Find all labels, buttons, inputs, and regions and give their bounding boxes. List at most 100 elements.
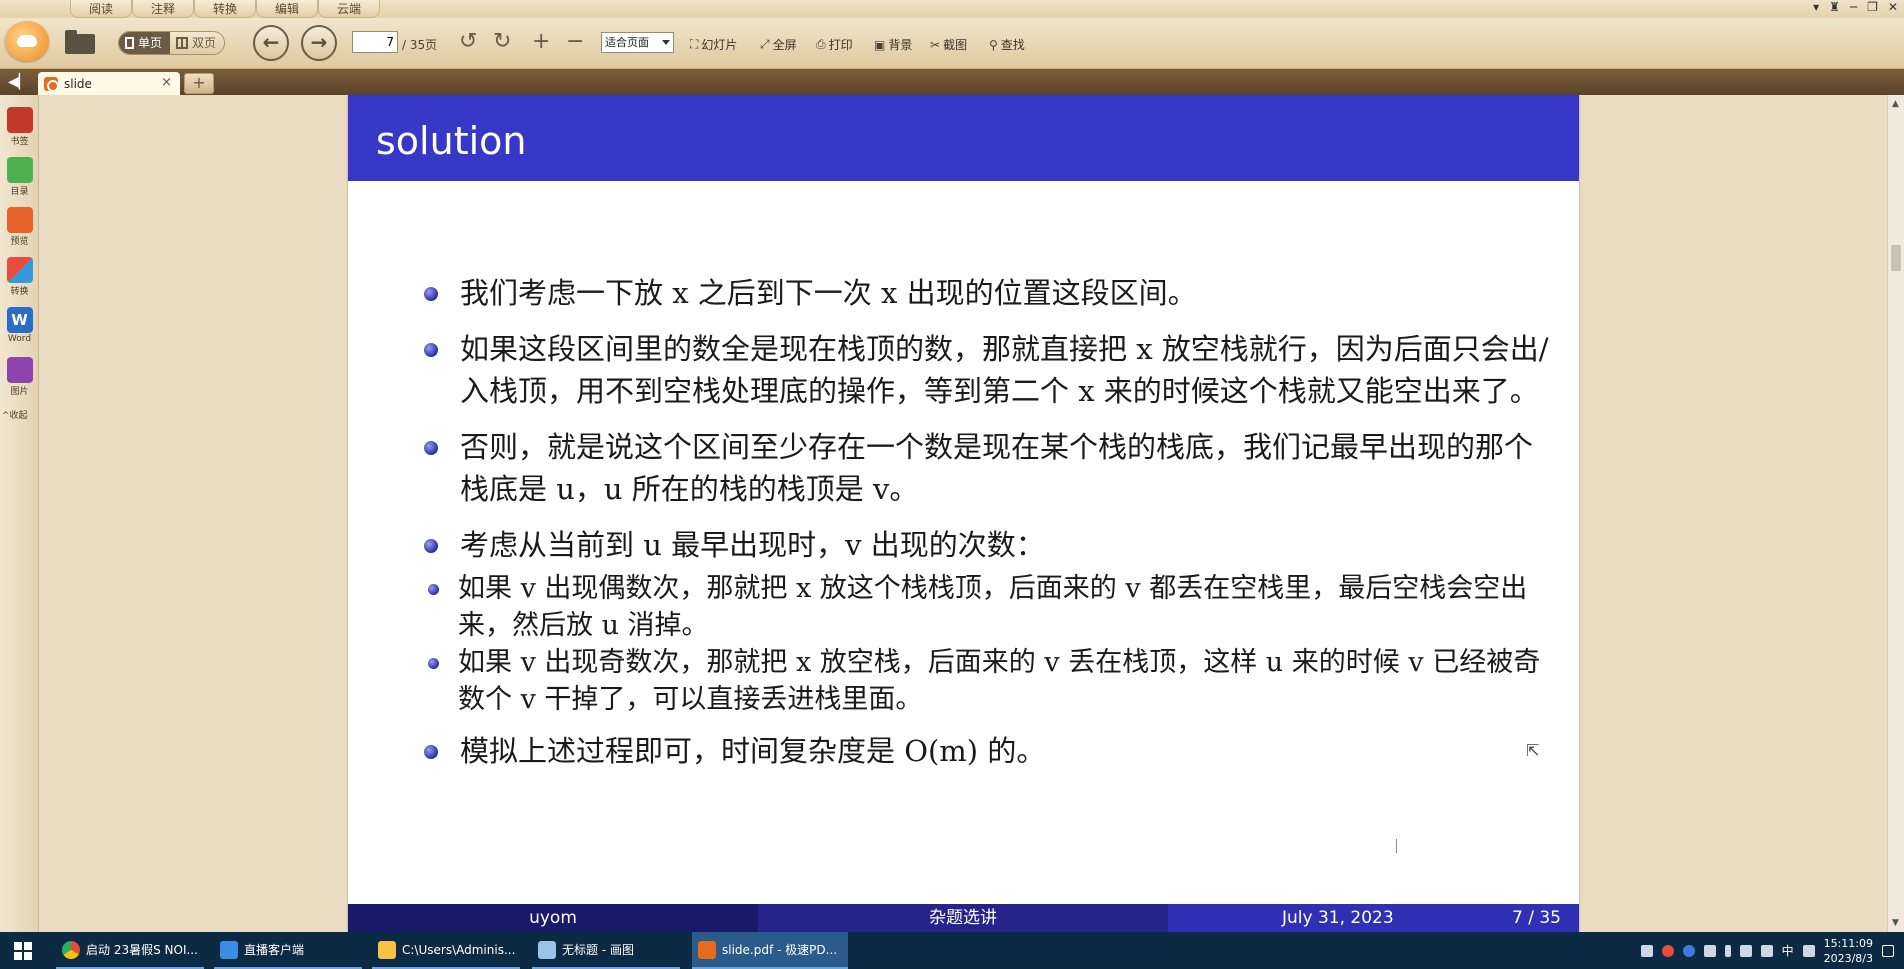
skin-icon[interactable]: ♜ xyxy=(1829,0,1840,16)
taskbar-app-live-client[interactable]: 直播客户端 xyxy=(214,932,362,969)
bullet-text: 我们考虑一下放 x 之后到下一次 x 出现的位置这段区间。 xyxy=(460,276,1197,310)
bullet-icon xyxy=(424,745,438,759)
bluetooth-icon[interactable] xyxy=(1682,944,1695,957)
taskbar-clock[interactable]: 15:11:09 2023/8/3 xyxy=(1824,936,1873,966)
single-page-button[interactable]: 单页 xyxy=(119,32,171,54)
sidebar-item-convert[interactable]: 转换 xyxy=(0,257,39,297)
double-page-label: 双页 xyxy=(192,36,217,50)
volume-icon[interactable] xyxy=(1760,944,1773,957)
notification-icon[interactable] xyxy=(1882,944,1894,957)
tray-app-icon[interactable] xyxy=(1640,944,1653,957)
taskbar-app-explorer[interactable]: C:\Users\Adminis... xyxy=(372,932,520,969)
bullet-text: 考虑从当前到 u 最早出现时，v 出现的次数： xyxy=(460,528,1045,562)
document-viewport[interactable]: solution 我们考虑一下放 x 之后到下一次 x 出现的位置这段区间。 如… xyxy=(40,95,1887,932)
taskbar-app-chrome[interactable]: 启动 23暑假S NOI... xyxy=(56,932,204,969)
image-icon xyxy=(6,357,33,383)
bullet-text: 模拟上述过程即可，时间复杂度是 O(m) 的。 xyxy=(460,734,1046,768)
sidebar-item-bookmarks[interactable]: 书签 xyxy=(0,107,39,147)
text-caret xyxy=(1396,839,1397,853)
scroll-up-icon[interactable]: ▲ xyxy=(1892,99,1899,109)
tab-slide[interactable]: slide × xyxy=(38,72,180,95)
sidebar-item-toc[interactable]: 目录 xyxy=(0,157,39,197)
chrome-icon xyxy=(62,940,80,959)
folder-icon xyxy=(378,940,396,959)
footer-date-page: July 31, 2023 7 / 35 xyxy=(1168,904,1579,932)
sidebar-collapse-button[interactable]: ^收起 xyxy=(2,408,28,421)
slide-content: 我们考虑一下放 x 之后到下一次 x 出现的位置这段区间。 如果这段区间里的数全… xyxy=(424,272,1554,786)
page-mode-toggle: 单页 双页 xyxy=(118,31,226,55)
document-tab-bar: ◀▏ slide × + xyxy=(0,69,1904,95)
display-icon[interactable] xyxy=(1703,944,1716,957)
sub-bullet-item: 如果 v 出现奇数次，那就把 x 放空栈，后面来的 v 丢在栈顶，这样 u 来的… xyxy=(348,644,1554,718)
zoom-in-icon[interactable]: + xyxy=(532,30,550,54)
minimize-icon[interactable]: ─ xyxy=(1850,0,1857,16)
menu-tab-cloud[interactable]: 云端 xyxy=(318,0,380,18)
network-icon[interactable] xyxy=(1739,944,1752,957)
menu-tab-edit[interactable]: 编辑 xyxy=(256,0,318,18)
bullet-item: 考虑从当前到 u 最早出现时，v 出现的次数： xyxy=(424,524,1554,566)
clock-time: 15:11:09 xyxy=(1823,936,1873,950)
zoom-out-icon[interactable]: − xyxy=(566,30,584,54)
taskbar-app-pdf-reader[interactable]: slide.pdf - 极速PD... xyxy=(692,932,848,969)
scissors-icon: ✂ xyxy=(930,37,941,52)
double-page-button[interactable]: 双页 xyxy=(170,32,225,54)
sidebar-item-image[interactable]: 图片 xyxy=(0,357,39,397)
sub-bullet-text: 如果 v 出现偶数次，那就把 x 放这个栈栈顶，后面来的 v 都丢在空栈里，最后… xyxy=(458,573,1528,641)
record-icon[interactable] xyxy=(1661,944,1674,957)
taskbar-app-label: 启动 23暑假S NOI... xyxy=(86,943,198,957)
ime-indicator[interactable]: 中 xyxy=(1782,942,1794,959)
slide-page: solution 我们考虑一下放 x 之后到下一次 x 出现的位置这段区间。 如… xyxy=(348,95,1579,932)
scrollbar-thumb[interactable] xyxy=(1891,245,1901,271)
bullet-icon xyxy=(424,287,438,301)
vertical-scrollbar[interactable]: ▲ ▼ xyxy=(1887,95,1904,932)
print-button[interactable]: ⎙ 打印 xyxy=(816,36,853,53)
fullscreen-label: 全屏 xyxy=(772,38,797,52)
arrow-left-icon: ← xyxy=(262,30,280,54)
tab-title: slide xyxy=(64,76,92,91)
rotate-right-icon[interactable]: ↻ xyxy=(493,30,511,54)
open-folder-icon[interactable] xyxy=(63,28,97,54)
restore-icon[interactable]: ❐ xyxy=(1867,0,1878,16)
sub-bullet-icon xyxy=(428,584,439,595)
taskbar-app-paint[interactable]: 无标题 - 画图 xyxy=(532,932,680,969)
system-tray: 中 15:11:09 2023/8/3 xyxy=(1640,932,1904,969)
rotate-left-icon[interactable]: ↺ xyxy=(459,30,477,54)
single-page-label: 单页 xyxy=(138,36,163,50)
list-icon xyxy=(6,157,33,183)
sidebar-item-preview[interactable]: 预览 xyxy=(0,207,39,247)
keyboard-icon[interactable] xyxy=(1802,944,1815,957)
new-tab-button[interactable]: + xyxy=(184,73,214,94)
word-icon: W xyxy=(6,307,33,333)
zoom-select[interactable]: 适合页面 xyxy=(601,32,674,53)
bookmark-icon xyxy=(6,107,33,133)
fullscreen-button[interactable]: ⤢ 全屏 xyxy=(760,36,797,53)
prev-page-button[interactable]: ← xyxy=(253,25,289,61)
search-button[interactable]: ⚲ 查找 xyxy=(989,36,1025,53)
collapse-panel-icon[interactable]: ◀▏ xyxy=(8,74,30,90)
window-controls: ▾ ♜ ─ ❐ ✕ xyxy=(1813,0,1898,16)
scroll-down-icon[interactable]: ▼ xyxy=(1892,918,1899,928)
close-window-icon[interactable]: ✕ xyxy=(1888,0,1898,16)
bullet-item: 我们考虑一下放 x 之后到下一次 x 出现的位置这段区间。 xyxy=(424,272,1554,314)
screenshot-button[interactable]: ✂ 截图 xyxy=(930,36,967,53)
sidebar-item-label: 书签 xyxy=(10,137,29,147)
menu-tab-convert[interactable]: 转换 xyxy=(194,0,256,18)
menu-dropdown-icon[interactable]: ▾ xyxy=(1813,0,1819,16)
windows-taskbar: 启动 23暑假S NOI... 直播客户端 C:\Users\Adminis..… xyxy=(0,932,1904,969)
menu-tab-read[interactable]: 阅读 xyxy=(70,0,132,18)
menu-tab-annotate[interactable]: 注释 xyxy=(132,0,194,18)
next-page-button[interactable]: → xyxy=(301,25,337,61)
sidebar-item-word[interactable]: W Word xyxy=(0,307,39,344)
windows-start-icon[interactable] xyxy=(14,942,32,960)
app-logo-icon[interactable] xyxy=(5,21,49,61)
taskbar-app-label: 无标题 - 画图 xyxy=(562,943,634,957)
microphone-icon[interactable] xyxy=(1724,944,1731,957)
slideshow-label: 幻灯片 xyxy=(701,38,738,52)
slideshow-button[interactable]: ⛶ 幻灯片 xyxy=(690,36,737,53)
taskbar-app-label: slide.pdf - 极速PD... xyxy=(722,943,838,957)
page-number-input[interactable]: 7 xyxy=(352,31,398,53)
background-button[interactable]: ▣ 背景 xyxy=(874,36,912,53)
print-icon: ⎙ xyxy=(816,37,826,51)
left-sidebar: 书签 目录 预览 转换 W Word 图片 ^收起 xyxy=(0,95,39,932)
tab-close-icon[interactable]: × xyxy=(161,75,172,90)
